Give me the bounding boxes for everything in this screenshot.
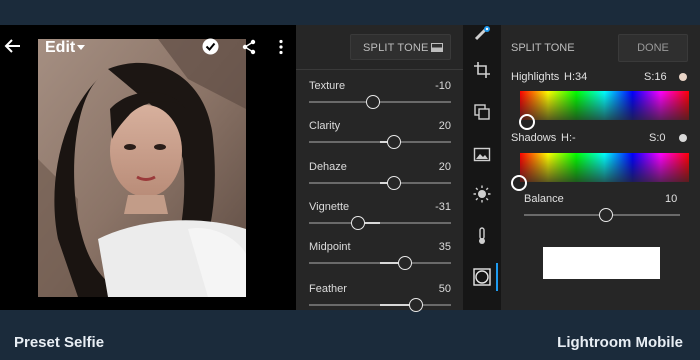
- done-button[interactable]: DONE: [618, 34, 688, 62]
- balance-value: 10: [665, 193, 678, 205]
- slider-thumb[interactable]: [408, 298, 423, 312]
- highlights-color-spectrum[interactable]: [520, 91, 689, 120]
- photo-preview: [38, 39, 246, 297]
- split-tone-icon: [431, 43, 443, 52]
- split-tone-panel: SPLIT TONE DONE Highlights H:34 S:16 Sha…: [501, 25, 700, 310]
- check-circle-icon[interactable]: [202, 38, 219, 55]
- highlights-hue: H:34: [564, 71, 588, 83]
- highlights-saturation: S:16: [644, 71, 667, 83]
- shadows-color-picker[interactable]: [511, 175, 527, 191]
- slider-thumb[interactable]: [387, 135, 402, 149]
- split-tone-button[interactable]: SPLIT TONE: [350, 34, 451, 60]
- slider-label: Dehaze: [309, 161, 347, 173]
- tool-rail: [463, 25, 501, 310]
- slider-value: 35: [438, 241, 451, 253]
- caption-right: Lightroom Mobile: [557, 334, 683, 351]
- slider-thumb[interactable]: [397, 256, 412, 270]
- slider-feather[interactable]: Feather 50: [309, 283, 451, 319]
- slider-texture[interactable]: Texture -10: [309, 80, 451, 116]
- presets-icon[interactable]: [473, 103, 491, 121]
- white-overlay-box: [543, 247, 660, 279]
- slider-value: -31: [435, 201, 451, 213]
- back-arrow-icon[interactable]: [4, 37, 22, 55]
- shadows-color-spectrum[interactable]: [520, 153, 689, 182]
- split-tone-title: SPLIT TONE: [511, 42, 575, 54]
- shadows-label: Shadows: [511, 132, 557, 144]
- slider-thumb[interactable]: [365, 95, 380, 109]
- slider-midpoint[interactable]: Midpoint 35: [309, 241, 451, 277]
- chevron-down-icon[interactable]: [76, 44, 86, 52]
- slider-label: Vignette: [309, 201, 350, 213]
- auto-wand-icon[interactable]: [473, 25, 491, 43]
- shadows-color-dot: [679, 134, 687, 142]
- slider-value: 20: [438, 120, 451, 132]
- crop-icon[interactable]: [473, 61, 491, 79]
- slider-dehaze[interactable]: Dehaze 20: [309, 161, 451, 197]
- highlights-label: Highlights: [511, 71, 560, 83]
- slider-thumb[interactable]: [350, 216, 365, 230]
- divider: [296, 69, 463, 70]
- slider-value: 20: [438, 161, 451, 173]
- active-tool-indicator: [496, 263, 498, 291]
- slider-track[interactable]: [309, 222, 451, 224]
- slider-label: Texture: [309, 80, 346, 92]
- light-icon[interactable]: [473, 185, 491, 203]
- shadows-saturation: S:0: [649, 132, 666, 144]
- more-vertical-icon[interactable]: [277, 39, 285, 55]
- slider-label: Midpoint: [309, 241, 351, 253]
- effects-sliders-panel: SPLIT TONE Texture -10 Clarity 20 Dehaze…: [296, 25, 463, 312]
- split-tone-button-label: SPLIT TONE: [363, 42, 429, 54]
- balance-label: Balance: [524, 193, 564, 205]
- slider-track[interactable]: [309, 101, 451, 103]
- edit-menu-label[interactable]: Edit: [45, 39, 75, 57]
- slider-thumb[interactable]: [387, 176, 402, 190]
- slider-value: 50: [438, 283, 451, 295]
- slider-vignette[interactable]: Vignette -31: [309, 201, 451, 237]
- caption-left: Preset Selfie: [14, 334, 105, 351]
- shadows-hue: H:-: [561, 132, 576, 144]
- highlights-color-picker[interactable]: [519, 114, 535, 130]
- slider-clarity[interactable]: Clarity 20: [309, 120, 451, 156]
- app-frame: Edit SPLIT TONE Texture -10 Clarity 20 D…: [0, 0, 700, 360]
- slider-label: Clarity: [309, 120, 341, 132]
- slider-value: -10: [435, 80, 451, 92]
- highlights-color-dot: [679, 73, 687, 81]
- share-icon[interactable]: [241, 39, 257, 55]
- photo-edit-icon[interactable]: [473, 145, 491, 163]
- temperature-icon[interactable]: [473, 227, 491, 245]
- balance-thumb[interactable]: [599, 208, 613, 222]
- effects-icon[interactable]: [473, 268, 491, 286]
- slider-label: Feather: [309, 283, 347, 295]
